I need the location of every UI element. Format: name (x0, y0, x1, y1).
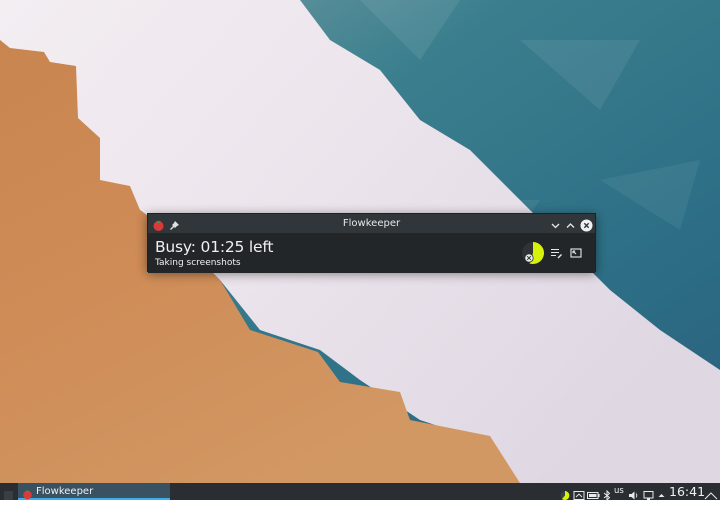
volume-icon[interactable] (628, 486, 639, 500)
clipboard-icon[interactable] (573, 486, 585, 500)
show-desktop-icon[interactable] (704, 486, 718, 500)
flowkeeper-window: Flowkeeper Busy: 01:25 left Taking scree… (147, 213, 596, 273)
window-title: Flowkeeper (342, 218, 401, 229)
bluetooth-icon[interactable] (602, 486, 612, 502)
void-icon[interactable] (524, 248, 534, 263)
restore-window-icon[interactable] (569, 245, 583, 259)
panel-menu-icon[interactable] (3, 486, 14, 500)
window-titlebar[interactable]: Flowkeeper (148, 214, 595, 233)
close-icon[interactable] (580, 217, 593, 232)
current-task-name: Taking screenshots (155, 258, 241, 268)
taskbar: Flowkeeper us 16:41 (0, 483, 720, 502)
maximize-icon[interactable] (564, 217, 577, 230)
battery-icon[interactable] (587, 486, 600, 499)
minimize-icon[interactable] (549, 217, 562, 230)
taskbar-item-flowkeeper[interactable]: Flowkeeper (18, 483, 170, 500)
taskbar-item-label: Flowkeeper (36, 486, 94, 497)
task-list-icon[interactable] (549, 245, 563, 259)
timer-tray-icon[interactable] (560, 486, 570, 500)
expand-tray-icon[interactable] (657, 486, 666, 497)
clock[interactable]: 16:41 (669, 484, 705, 499)
flowkeeper-app-icon (22, 485, 33, 500)
keyboard-layout-indicator[interactable]: us (614, 485, 624, 497)
timer-gauge (520, 238, 546, 268)
window-body: Busy: 01:25 left Taking screenshots (148, 233, 595, 273)
display-icon[interactable] (643, 486, 654, 500)
timer-status: Busy: 01:25 left (155, 238, 274, 256)
